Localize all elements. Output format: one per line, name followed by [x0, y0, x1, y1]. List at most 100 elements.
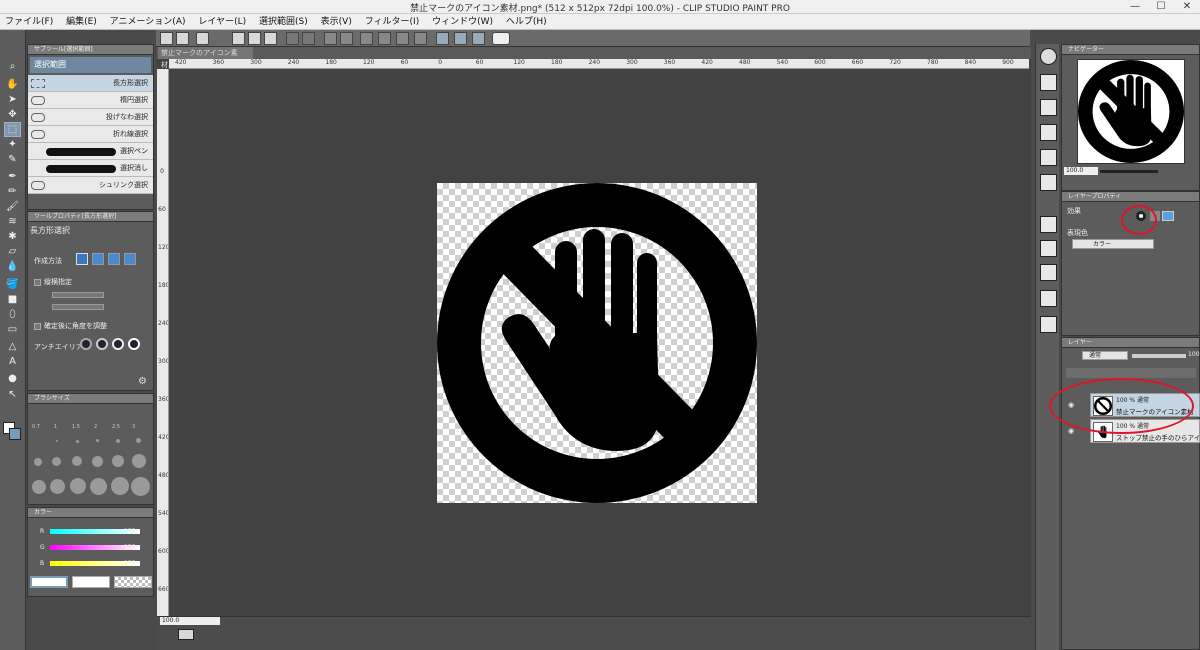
document-canvas[interactable]: [437, 183, 757, 503]
brush-size-dot[interactable]: [32, 480, 46, 494]
tool-property-tab[interactable]: ツールプロパティ[長方形選択]: [28, 212, 153, 222]
transparent-color-chip[interactable]: [114, 576, 152, 588]
fill-icon[interactable]: [360, 32, 373, 45]
paste-icon[interactable]: [264, 32, 277, 45]
brush-size-dot[interactable]: [56, 440, 58, 442]
layer-color-effect-icon[interactable]: [1162, 211, 1174, 221]
fill-tool-icon[interactable]: 🪣: [5, 278, 20, 291]
menu-animation[interactable]: アニメーション(A): [105, 14, 191, 30]
brush-size-dot[interactable]: [70, 478, 86, 494]
mode-intersect-selection-button[interactable]: [124, 253, 136, 265]
brush-size-dot[interactable]: [131, 477, 150, 496]
navigator-tab[interactable]: ナビゲーター: [1062, 45, 1199, 55]
canvas-navigation-icon[interactable]: [178, 629, 194, 640]
navigator-zoom-field[interactable]: 100.0: [1064, 167, 1098, 175]
brush-size-label[interactable]: 1.5: [72, 424, 80, 430]
color-tab[interactable]: カラー: [28, 508, 153, 518]
antialias-weak-button[interactable]: [96, 338, 108, 350]
menu-filter[interactable]: フィルター(I): [360, 14, 425, 30]
brush-size-dot[interactable]: [132, 454, 146, 468]
brush-tool-icon[interactable]: 🖌: [5, 200, 20, 213]
brush-size-dot[interactable]: [112, 455, 124, 467]
settings-gear-icon[interactable]: ⚙: [138, 376, 147, 387]
transform-icon[interactable]: [340, 32, 353, 45]
material-image-icon[interactable]: [1040, 99, 1057, 116]
aspect-checkbox[interactable]: 縦横指定: [34, 277, 72, 287]
menu-help[interactable]: ヘルプ(H): [501, 14, 552, 30]
move-layer-tool-icon[interactable]: ✥: [5, 108, 20, 121]
snap-grid-icon[interactable]: [454, 32, 467, 45]
frame-tool-icon[interactable]: ▭: [5, 323, 20, 336]
material-background-icon[interactable]: [1040, 264, 1057, 281]
snap-point-icon[interactable]: [472, 32, 485, 45]
brush-size-dot[interactable]: [76, 440, 79, 443]
brush-size-dot[interactable]: [50, 479, 65, 494]
brush-size-dot[interactable]: [72, 456, 82, 466]
subtool-select-eraser[interactable]: 選択消し: [28, 160, 153, 177]
gradient-tool-icon[interactable]: ■: [5, 293, 20, 306]
brush-size-dot[interactable]: [111, 477, 129, 495]
subtool-select-pen[interactable]: 選択ペン: [28, 143, 153, 160]
deselect-icon[interactable]: [378, 32, 391, 45]
layer-property-tab[interactable]: レイヤープロパティ: [1062, 192, 1199, 202]
mode-subtract-selection-button[interactable]: [108, 253, 120, 265]
material-frame-icon[interactable]: [1040, 290, 1057, 307]
new-file-icon[interactable]: [160, 32, 173, 45]
maximize-button[interactable]: ☐: [1148, 0, 1174, 13]
eraser-tool-icon[interactable]: ▱: [5, 245, 20, 258]
operation-tool-icon[interactable]: ➤: [5, 93, 20, 106]
subtool-shrink-select[interactable]: シュリンク選択: [28, 177, 153, 194]
save-icon[interactable]: [232, 32, 245, 45]
adjust-angle-checkbox[interactable]: 確定後に角度を調整: [34, 321, 107, 331]
brush-size-dot[interactable]: [52, 457, 61, 466]
menu-selection[interactable]: 選択範囲(S): [254, 14, 313, 30]
mode-add-selection-button[interactable]: [92, 253, 104, 265]
brush-size-dot[interactable]: [90, 478, 107, 495]
subtool-group[interactable]: 選択範囲: [30, 57, 151, 73]
menu-window[interactable]: ウィンドウ(W): [427, 14, 498, 30]
opacity-slider[interactable]: [1132, 354, 1186, 358]
zoom-tool-icon[interactable]: ⌕: [5, 60, 20, 73]
clip-studio-icon[interactable]: [196, 32, 209, 45]
subtool-tab[interactable]: サブツール[選択範囲]: [28, 45, 153, 55]
pencil-tool-icon[interactable]: ✏: [5, 185, 20, 198]
red-value[interactable]: 255: [124, 528, 135, 535]
sub-color-swatch[interactable]: [9, 428, 21, 440]
expression-color-select[interactable]: カラー: [1072, 239, 1154, 249]
brush-size-label[interactable]: 2: [94, 424, 97, 430]
menu-layer[interactable]: レイヤー(L): [193, 14, 251, 30]
material-effect-icon[interactable]: [1040, 240, 1057, 257]
mode-new-selection-button[interactable]: [76, 253, 88, 265]
expand-selection-icon[interactable]: [414, 32, 427, 45]
zoom-field[interactable]: 100.0: [160, 617, 220, 625]
open-file-icon[interactable]: [176, 32, 189, 45]
material-manga-icon[interactable]: [1040, 216, 1057, 233]
menu-view[interactable]: 表示(V): [316, 14, 357, 30]
menu-edit[interactable]: 編集(E): [61, 14, 102, 30]
subtool-ellipse-select[interactable]: 楕円選択: [28, 92, 153, 109]
document-tab[interactable]: 禁止マークのアイコン素材.png*: [158, 47, 253, 69]
brush-size-label[interactable]: 1: [54, 424, 57, 430]
brush-size-tab[interactable]: ブラシサイズ: [28, 394, 153, 404]
invert-selection-icon[interactable]: [396, 32, 409, 45]
blue-value[interactable]: 255: [124, 560, 135, 567]
green-value[interactable]: 255: [124, 544, 135, 551]
brush-size-label[interactable]: 0.7: [32, 424, 40, 430]
navigator-zoom-slider[interactable]: [1100, 170, 1158, 173]
text-tool-icon[interactable]: A: [5, 355, 20, 368]
blend-mode-select[interactable]: 通常: [1082, 351, 1128, 360]
material-3d-icon[interactable]: [1040, 124, 1057, 141]
brush-size-label[interactable]: 2.5: [112, 424, 120, 430]
material-pattern-icon[interactable]: [1040, 149, 1057, 166]
selection-tool-icon[interactable]: ⬚: [4, 122, 21, 137]
brush-size-dot[interactable]: [96, 439, 99, 442]
minimize-button[interactable]: —: [1122, 0, 1148, 13]
blend-tool-icon[interactable]: 💧: [5, 260, 20, 273]
subtool-polyline-select[interactable]: 折れ線選択: [28, 126, 153, 143]
ruler-tool-icon[interactable]: △: [5, 340, 20, 353]
antialias-none-button[interactable]: [80, 338, 92, 350]
antialias-medium-button[interactable]: [112, 338, 124, 350]
figure-tool-icon[interactable]: ⬯: [5, 308, 20, 321]
pen-tool-icon[interactable]: ✒: [5, 170, 20, 183]
brush-size-dot[interactable]: [34, 458, 42, 466]
